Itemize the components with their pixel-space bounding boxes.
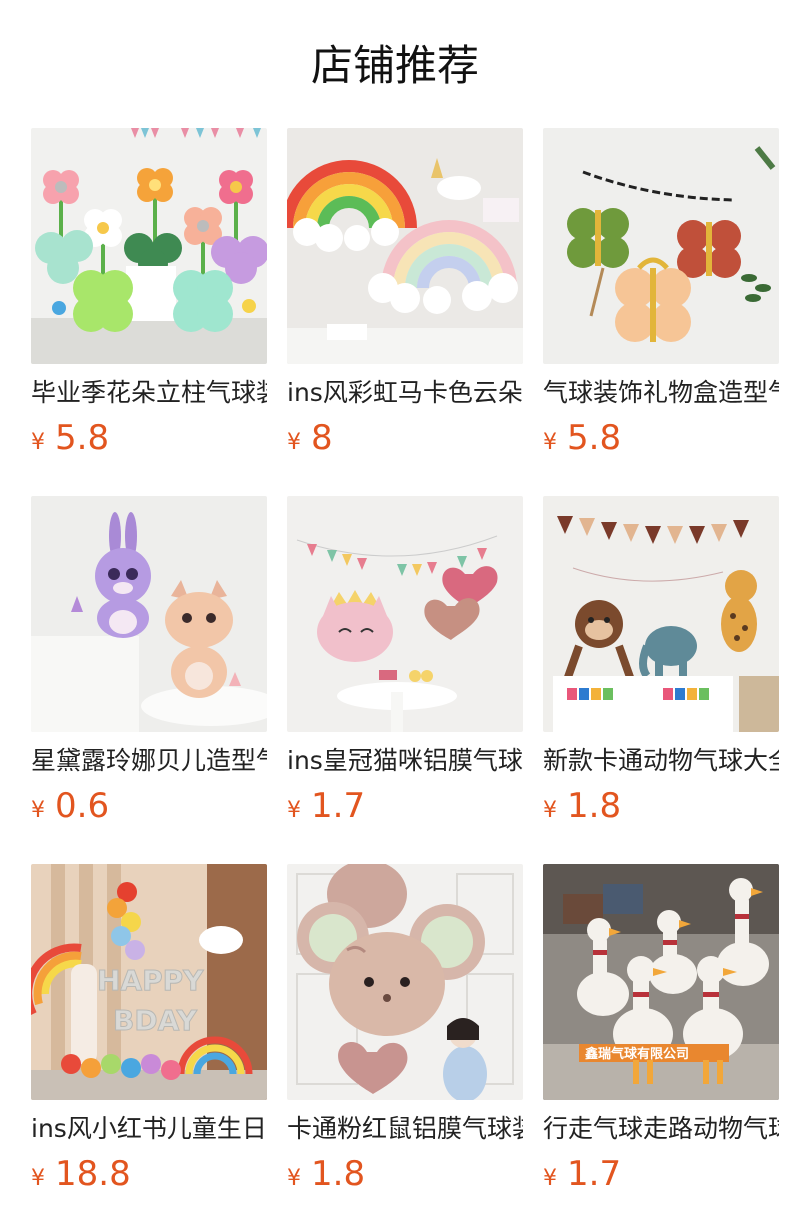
svg-text:BDAY: BDAY [113,1004,198,1037]
product-name[interactable]: 新款卡通动物气球大全套装 [543,744,779,778]
product-name[interactable]: 毕业季花朵立柱气球装饰 [31,376,267,410]
currency-symbol: ¥ [287,430,301,455]
product-price: ¥1.8 [287,1152,365,1196]
price-value: 5.8 [567,418,622,458]
product-image-cartoon-animal-balloons[interactable] [543,496,779,732]
product-grid: 毕业季花朵立柱气球装饰 ¥5.8 [31,128,779,1232]
product-name[interactable]: ins皇冠猫咪铝膜气球套装 [287,744,523,778]
product-name[interactable]: ins风彩虹马卡色云朵气球 [287,376,523,410]
price-value: 8 [311,418,333,458]
product-card[interactable]: 鑫瑞气球有限公司 行走气球走路动物气球 ¥1.7 [543,864,779,1232]
product-image-gift-box-balloons[interactable] [543,128,779,364]
product-price: ¥1.7 [287,784,365,828]
price-value: 1.7 [311,786,366,826]
product-image-pink-mouse-balloon[interactable] [287,864,523,1100]
watermark-text: 鑫瑞气球有限公司 [584,1046,689,1062]
product-card[interactable]: 星黛露玲娜贝儿造型气球 ¥0.6 [31,496,267,864]
currency-symbol: ¥ [287,1166,301,1191]
product-price: ¥5.8 [31,416,109,460]
product-image-walking-goose-balloons[interactable]: 鑫瑞气球有限公司 [543,864,779,1100]
price-value: 5.8 [55,418,110,458]
product-price: ¥1.7 [543,1152,621,1196]
price-value: 1.8 [567,786,622,826]
product-image-happy-bday-balloons[interactable]: HAPPY BDAY [31,864,267,1100]
product-card[interactable]: ins风彩虹马卡色云朵气球 ¥8 [287,128,523,496]
price-value: 0.6 [55,786,110,826]
product-image-flower-balloons[interactable] [31,128,267,364]
product-price: ¥1.8 [543,784,621,828]
product-name[interactable]: 星黛露玲娜贝儿造型气球 [31,744,267,778]
product-price: ¥8 [287,416,333,460]
currency-symbol: ¥ [543,1166,557,1191]
price-value: 1.7 [567,1154,622,1194]
product-image-bunny-fox-balloons[interactable] [31,496,267,732]
product-price: ¥5.8 [543,416,621,460]
currency-symbol: ¥ [31,430,45,455]
svg-text:HAPPY: HAPPY [97,964,204,997]
product-price: ¥18.8 [31,1152,131,1196]
product-image-crown-cat-balloons[interactable] [287,496,523,732]
product-name[interactable]: 气球装饰礼物盒造型气球 [543,376,779,410]
product-name[interactable]: ins风小红书儿童生日气球 [31,1112,267,1146]
product-image-rainbow-clouds[interactable] [287,128,523,364]
price-value: 18.8 [55,1154,131,1194]
product-name[interactable]: 卡通粉红鼠铝膜气球装饰 [287,1112,523,1146]
currency-symbol: ¥ [543,430,557,455]
product-card[interactable]: 卡通粉红鼠铝膜气球装饰 ¥1.8 [287,864,523,1232]
product-card[interactable]: HAPPY BDAY ins风小红书儿童生日气球 ¥18.8 [31,864,267,1232]
section-title: 店铺推荐 [310,41,479,90]
product-card[interactable]: ins皇冠猫咪铝膜气球套装 ¥1.7 [287,496,523,864]
currency-symbol: ¥ [287,798,301,823]
product-card[interactable]: 毕业季花朵立柱气球装饰 ¥5.8 [31,128,267,496]
product-name[interactable]: 行走气球走路动物气球 [543,1112,779,1146]
currency-symbol: ¥ [543,798,557,823]
product-card[interactable]: 新款卡通动物气球大全套装 ¥1.8 [543,496,779,864]
currency-symbol: ¥ [31,798,45,823]
product-card[interactable]: 气球装饰礼物盒造型气球 ¥5.8 [543,128,779,496]
currency-symbol: ¥ [31,1166,45,1191]
price-value: 1.8 [311,1154,366,1194]
product-price: ¥0.6 [31,784,109,828]
